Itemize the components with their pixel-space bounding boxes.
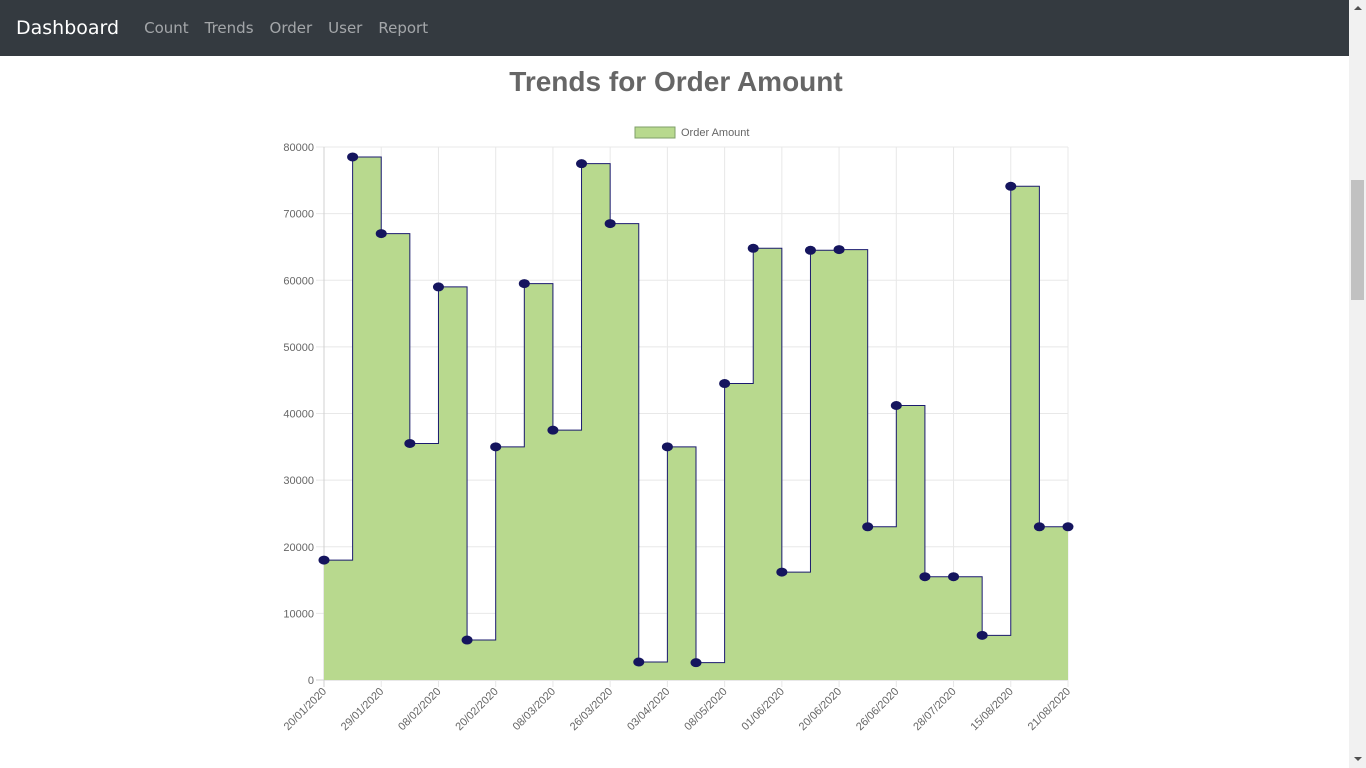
data-point bbox=[1062, 522, 1074, 532]
data-point bbox=[404, 438, 416, 448]
data-point bbox=[804, 245, 816, 255]
x-tick-label: 29/01/2020 bbox=[339, 686, 386, 733]
data-point bbox=[776, 567, 788, 577]
y-tick-label: 20000 bbox=[283, 542, 314, 554]
data-point bbox=[833, 245, 845, 255]
scroll-up-arrow-icon[interactable] bbox=[1349, 0, 1366, 17]
data-point bbox=[1005, 181, 1017, 191]
y-tick-label: 70000 bbox=[283, 209, 314, 221]
data-point bbox=[461, 635, 473, 645]
x-tick-label: 08/02/2020 bbox=[396, 686, 443, 733]
legend-swatch bbox=[634, 126, 676, 139]
data-point bbox=[976, 630, 988, 640]
scroll-down-arrow-icon[interactable] bbox=[1349, 751, 1366, 768]
data-point bbox=[890, 401, 902, 411]
data-point bbox=[747, 243, 759, 253]
data-point bbox=[862, 522, 874, 532]
order-amount-chart: 0 10000 20000 30000 40000 50000 60000 70000 8000… bbox=[282, 126, 1074, 733]
data-point bbox=[318, 555, 330, 565]
x-tick-label: 26/06/2020 bbox=[854, 686, 901, 733]
x-tick-label: 20/02/2020 bbox=[453, 686, 500, 733]
y-tick-label: 60000 bbox=[283, 275, 314, 287]
data-point bbox=[576, 159, 588, 169]
vertical-scrollbar[interactable] bbox=[1349, 0, 1366, 768]
data-point bbox=[1033, 522, 1045, 532]
data-point bbox=[690, 658, 702, 668]
data-point bbox=[633, 657, 645, 667]
data-point bbox=[375, 229, 387, 239]
data-point bbox=[719, 379, 731, 389]
y-tick-label: 40000 bbox=[283, 409, 314, 421]
x-tick-label: 08/05/2020 bbox=[682, 686, 729, 733]
x-tick-label: 26/03/2020 bbox=[568, 686, 615, 733]
y-tick-label: 0 bbox=[308, 675, 314, 687]
x-tick-label: 20/01/2020 bbox=[282, 686, 329, 733]
y-tick-label: 50000 bbox=[283, 342, 314, 354]
x-tick-label: 08/03/2020 bbox=[511, 686, 558, 733]
data-point bbox=[919, 572, 931, 582]
x-tick-label: 21/08/2020 bbox=[1026, 686, 1073, 733]
y-tick-label: 30000 bbox=[283, 475, 314, 487]
legend-label: Order Amount bbox=[681, 127, 749, 139]
data-point bbox=[948, 572, 960, 582]
data-point bbox=[547, 425, 559, 435]
data-point bbox=[604, 219, 616, 229]
y-tick-label: 80000 bbox=[283, 142, 314, 154]
scrollbar-thumb[interactable] bbox=[1351, 180, 1364, 300]
x-tick-label: 28/07/2020 bbox=[911, 686, 958, 733]
y-tick-label: 10000 bbox=[283, 608, 314, 620]
x-tick-label: 01/06/2020 bbox=[740, 686, 787, 733]
data-point bbox=[661, 442, 673, 452]
x-tick-label: 15/08/2020 bbox=[968, 686, 1015, 733]
x-tick-label: 20/06/2020 bbox=[797, 686, 844, 733]
data-point bbox=[432, 282, 444, 292]
x-tick-label: 03/04/2020 bbox=[625, 686, 672, 733]
data-point bbox=[347, 152, 359, 162]
data-point bbox=[490, 442, 502, 452]
data-point bbox=[518, 279, 530, 289]
